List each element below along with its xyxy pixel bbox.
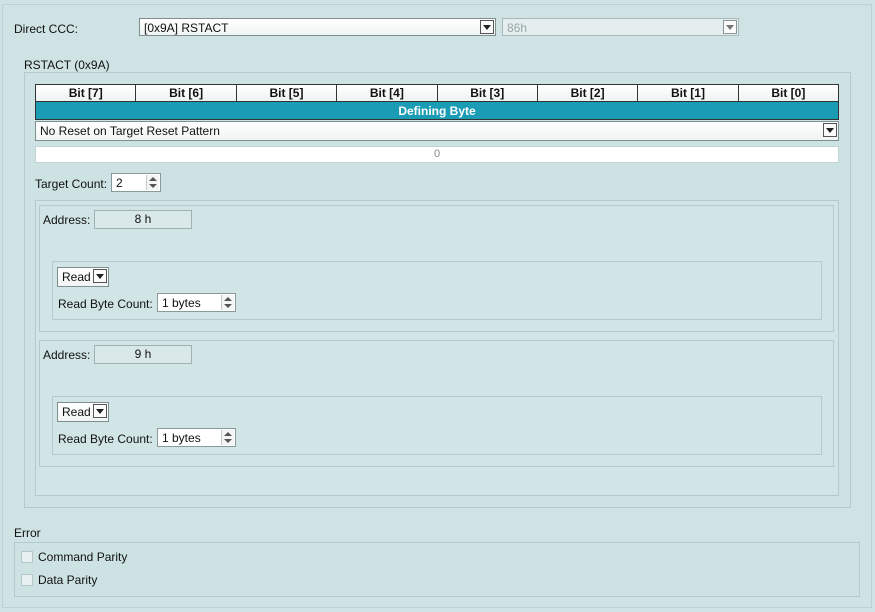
operation-selected: Read	[62, 405, 91, 419]
data-parity-label: Data Parity	[38, 573, 98, 587]
spinner-arrows-icon[interactable]	[221, 295, 234, 310]
command-parity-checkbox[interactable]	[21, 551, 33, 563]
direct-ccc-select[interactable]: [0x9A] RSTACT	[139, 18, 496, 36]
chevron-down-icon[interactable]	[480, 20, 494, 34]
spinner-arrows-icon[interactable]	[221, 430, 234, 445]
chevron-down-icon[interactable]	[823, 123, 837, 137]
target-count-label: Target Count:	[35, 177, 108, 191]
address-value-field[interactable]: 8 h	[94, 210, 192, 229]
chevron-down-icon	[723, 20, 737, 34]
bit-7-header: Bit [7]	[35, 84, 136, 102]
error-group-label: Error	[14, 526, 41, 540]
bit-1-header: Bit [1]	[637, 84, 738, 102]
bit-6-header: Bit [6]	[135, 84, 236, 102]
bit-2-header: Bit [2]	[536, 84, 638, 102]
read-byte-count-value: 1 bytes	[162, 431, 201, 445]
read-byte-count-spinner[interactable]: 1 bytes	[157, 428, 236, 447]
defining-byte-select[interactable]: No Reset on Target Reset Pattern	[35, 121, 839, 141]
operation-select[interactable]: Read	[57, 267, 109, 287]
defining-byte-header: Defining Byte	[35, 102, 839, 120]
error-group	[14, 542, 860, 597]
target-count-value: 2	[116, 176, 123, 190]
read-byte-count-label: Read Byte Count:	[58, 432, 153, 446]
direct-ccc-selected: [0x9A] RSTACT	[144, 21, 229, 35]
direct-ccc-label: Direct CCC:	[14, 22, 79, 36]
defining-byte-selected: No Reset on Target Reset Pattern	[40, 124, 220, 138]
command-parity-label: Command Parity	[38, 550, 128, 564]
address-value-field[interactable]: 9 h	[94, 345, 192, 364]
bit-3-header: Bit [3]	[436, 84, 537, 102]
bit-header-row: Bit [7] Bit [6] Bit [5] Bit [4] Bit [3] …	[35, 84, 839, 102]
read-byte-count-value: 1 bytes	[162, 296, 201, 310]
chevron-down-icon[interactable]	[93, 404, 107, 418]
operation-select[interactable]: Read	[57, 402, 109, 422]
target-count-spinner[interactable]: 2	[111, 173, 161, 192]
bit-0-header: Bit [0]	[737, 84, 839, 102]
bit-5-header: Bit [5]	[235, 84, 337, 102]
rstact-group-label: RSTACT (0x9A)	[24, 58, 110, 72]
address-label: Address:	[43, 348, 91, 362]
ccc-code-select: 86h	[502, 18, 739, 36]
operation-selected: Read	[62, 270, 91, 284]
defining-byte-value: 0	[35, 146, 839, 163]
address-label: Address:	[43, 213, 91, 227]
chevron-down-icon[interactable]	[93, 269, 107, 283]
read-byte-count-label: Read Byte Count:	[58, 297, 153, 311]
data-parity-checkbox[interactable]	[21, 574, 33, 586]
read-byte-count-spinner[interactable]: 1 bytes	[157, 293, 236, 312]
bit-4-header: Bit [4]	[336, 84, 437, 102]
ccc-code-value: 86h	[507, 21, 528, 35]
spinner-arrows-icon[interactable]	[146, 175, 159, 190]
